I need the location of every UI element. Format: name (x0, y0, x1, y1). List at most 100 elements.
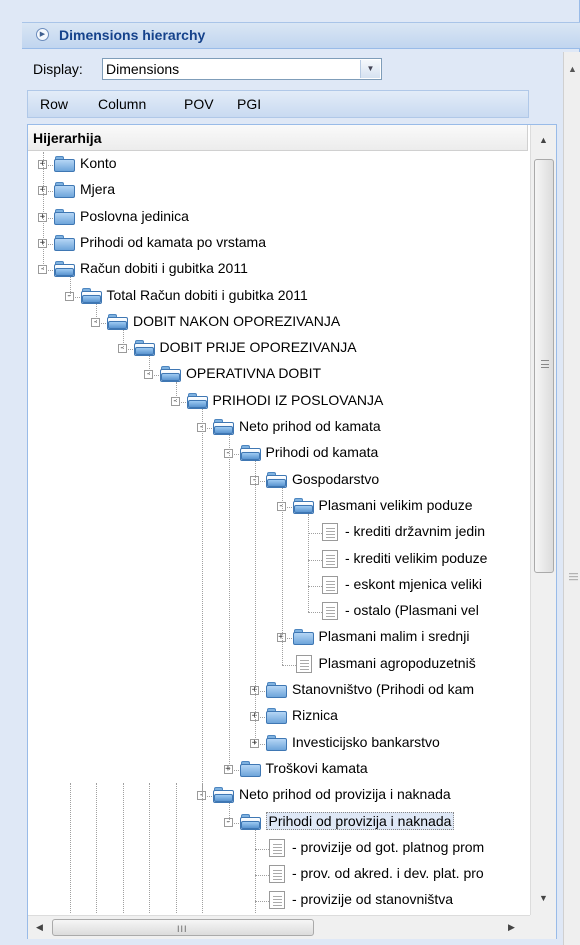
tree-node-label[interactable]: DOBIT NAKON OPOREZIVANJA (133, 313, 340, 329)
tree-node-label[interactable]: Neto prihod od kamata (239, 418, 381, 434)
tree-node-label[interactable]: Plasmani malim i srednji (319, 628, 470, 644)
scroll-down-icon[interactable]: ▼ (539, 893, 548, 903)
tree-row[interactable]: + Poslovna jedinica (28, 205, 528, 231)
tree-row[interactable]: - provizije od stanovništva (28, 888, 528, 914)
tree-row[interactable]: + Troškovi kamata (28, 757, 528, 783)
panel-title-bar[interactable]: ▶ Dimensions hierarchy (22, 22, 580, 49)
tree-row[interactable]: - krediti državnim jedin (28, 520, 528, 546)
tree-row[interactable]: - krediti velikim poduze (28, 547, 528, 573)
folder-open-icon (54, 261, 76, 278)
member-leaf-icon (319, 602, 338, 621)
folder-open-icon (160, 366, 182, 383)
grip-icon (541, 360, 549, 368)
tree-node-label[interactable]: Plasmani velikim poduze (319, 497, 473, 513)
folder-open-icon (80, 287, 103, 304)
tree-guide-line (122, 329, 124, 350)
horizontal-scroll-thumb[interactable]: III (52, 919, 314, 936)
tree-row[interactable]: - Neto prihod od provizija i naknada (28, 783, 528, 809)
folder-icon (54, 182, 76, 199)
tree-node-label[interactable]: Plasmani agropoduzetniš (319, 655, 476, 671)
tree-body: + Konto + Mjera + Poslovna jedinica + Prihodi o… (28, 152, 528, 914)
tree-row[interactable]: - Račun dobiti i gubitka 2011 (28, 257, 528, 283)
grip-icon: — — — (569, 568, 578, 584)
tree-guide-line (228, 803, 230, 823)
tree-node-label[interactable]: - krediti državnim jedin (345, 523, 485, 539)
scroll-up-icon[interactable]: ▲ (568, 64, 577, 74)
tree-node-label[interactable]: Mjera (80, 181, 115, 197)
pov-button[interactable]: POV (184, 96, 214, 112)
scroll-left-icon[interactable]: ◀ (36, 922, 43, 933)
tree-horizontal-scrollbar[interactable]: ◀ III ▶ (28, 915, 530, 939)
tree-row[interactable]: - eskont mjenica veliki (28, 573, 528, 599)
tree-node-label[interactable]: - provizije od got. platnog prom (292, 839, 484, 855)
tree-row[interactable]: - Plasmani velikim poduze (28, 494, 528, 520)
collapse-icon[interactable]: ▶ (36, 28, 49, 41)
tree-node-label[interactable]: - provizije od stanovništva (292, 891, 453, 907)
tree-node-label[interactable]: - krediti velikim poduze (345, 550, 487, 566)
tree-row[interactable]: + Konto (28, 152, 528, 178)
folder-icon (266, 734, 288, 751)
display-row: Display: Dimensions ▼ (22, 57, 562, 83)
folder-open-icon (292, 497, 315, 514)
tree-row[interactable]: - provizije od got. platnog prom (28, 836, 528, 862)
tree-row[interactable]: - DOBIT NAKON OPOREZIVANJA (28, 310, 528, 336)
tree-node-label[interactable]: DOBIT PRIJE OPOREZIVANJA (160, 339, 357, 355)
tree-node-label[interactable]: Prihodi od kamata (266, 444, 379, 460)
tree-node-label[interactable]: OPERATIVNA DOBIT (186, 365, 321, 381)
tree-node-label[interactable]: Troškovi kamata (266, 760, 368, 776)
tree-row[interactable]: + Investicijsko bankarstvo (28, 731, 528, 757)
tree-node-label[interactable]: Neto prihod od provizija i naknada (239, 786, 451, 802)
display-select[interactable]: Dimensions ▼ (102, 58, 382, 80)
folder-icon (54, 208, 76, 225)
dimensions-panel: ▶ Dimensions hierarchy Display: Dimensio… (0, 0, 580, 945)
vertical-scroll-thumb[interactable] (534, 159, 554, 573)
tree-vertical-scrollbar[interactable]: ▲ ▼ (530, 125, 556, 915)
tree-row[interactable]: - prov. od akred. i dev. plat. pro (28, 862, 528, 888)
scroll-corner (530, 915, 556, 939)
tree-guide-line (202, 408, 203, 797)
scroll-right-icon[interactable]: ▶ (508, 922, 515, 933)
tree-row[interactable]: + Plasmani malim i srednji (28, 625, 528, 651)
tree-node-label[interactable]: Riznica (292, 707, 338, 723)
tree-guide-line (96, 303, 97, 323)
tree-guide-line (43, 152, 44, 271)
tree-node-label[interactable]: Stanovništvo (Prihodi od kam (292, 681, 474, 697)
tree-row[interactable]: - Total Račun dobiti i gubitka 2011 (28, 284, 528, 310)
tree-row[interactable]: Plasmani agropoduzetniš (28, 652, 528, 678)
chevron-down-icon[interactable]: ▼ (360, 60, 380, 78)
tree-node-label[interactable]: Poslovna jedinica (80, 208, 189, 224)
display-label: Display: (33, 61, 83, 77)
tree-node-label[interactable]: - eskont mjenica veliki (345, 576, 482, 592)
tree-row[interactable]: - ostalo (Plasmani vel (28, 599, 528, 625)
tree-node-label[interactable]: Total Račun dobiti i gubitka 2011 (107, 287, 308, 303)
tree-row[interactable]: - PRIHODI IZ POSLOVANJA (28, 389, 528, 415)
tree-node-label[interactable]: PRIHODI IZ POSLOVANJA (213, 392, 384, 408)
pgi-button[interactable]: PGI (237, 96, 261, 112)
tree-row[interactable]: - Neto prihod od kamata (28, 415, 528, 441)
tree-column-header[interactable]: Hijerarhija (28, 125, 528, 151)
member-leaf-icon (266, 838, 285, 858)
tree-row[interactable]: - Gospodarstvo (28, 468, 528, 494)
tree-node-label[interactable]: Investicijsko bankarstvo (292, 734, 440, 750)
tree-node-label[interactable]: Račun dobiti i gubitka 2011 (80, 260, 248, 276)
scroll-up-icon[interactable]: ▲ (539, 135, 548, 145)
row-button[interactable]: Row (40, 96, 68, 112)
tree-node-label[interactable]: Prihodi od kamata po vrstama (80, 234, 266, 250)
tree-row[interactable]: - Prihodi od provizija i naknada (28, 810, 528, 836)
tree-row[interactable]: - OPERATIVNA DOBIT (28, 362, 528, 388)
tree-row[interactable]: - Prihodi od kamata (28, 441, 528, 467)
tree-row[interactable]: + Stanovništvo (Prihodi od kam (28, 678, 528, 704)
tree-node-label[interactable]: Gospodarstvo (292, 471, 379, 487)
tree-node-label[interactable]: - prov. od akred. i dev. plat. pro (292, 865, 484, 881)
folder-icon (266, 708, 288, 725)
column-button[interactable]: Column (98, 96, 146, 112)
tree-row[interactable]: + Mjera (28, 178, 528, 204)
tree-row[interactable]: - DOBIT PRIJE OPOREZIVANJA (28, 336, 528, 362)
tree-node-label[interactable]: - ostalo (Plasmani vel (345, 602, 479, 618)
tree-row[interactable]: + Prihodi od kamata po vrstama (28, 231, 528, 257)
tree-node-label[interactable]: Prihodi od provizija i naknada (265, 811, 455, 830)
panel-scrollbar[interactable]: ▲ — — — (563, 52, 580, 945)
tree-node-label[interactable]: Konto (80, 155, 117, 171)
tree-guide-line (149, 783, 150, 914)
tree-row[interactable]: + Riznica (28, 704, 528, 730)
